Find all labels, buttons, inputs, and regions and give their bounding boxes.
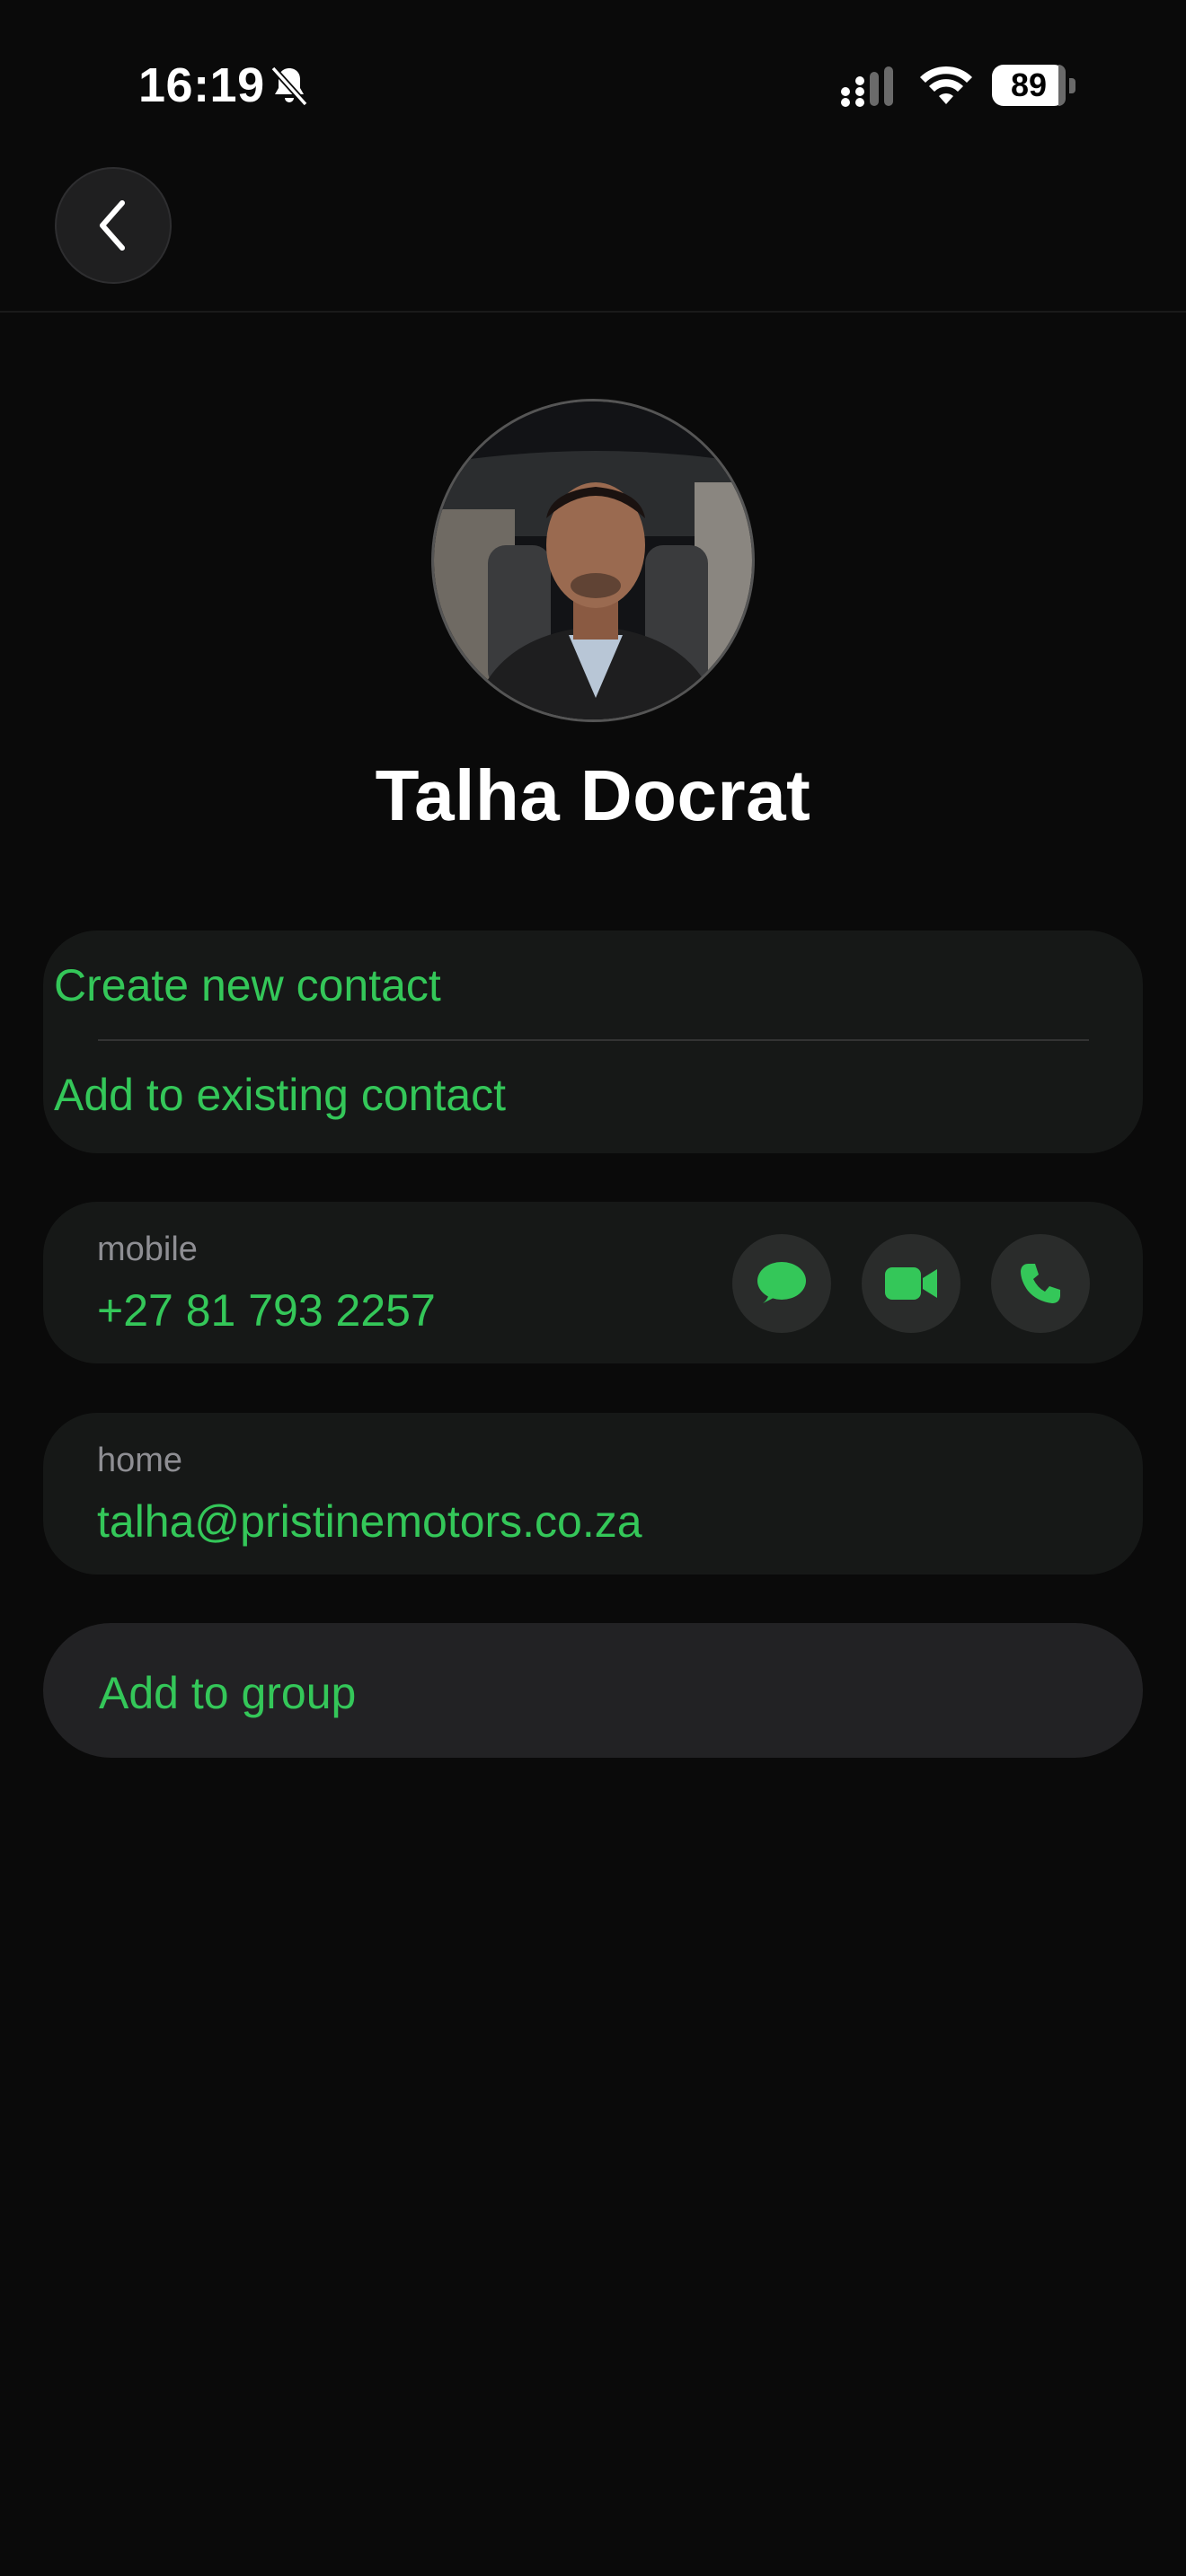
battery-icon: 89 — [992, 65, 1078, 108]
email-card[interactable] — [43, 1413, 1143, 1575]
call-button[interactable] — [991, 1234, 1090, 1333]
status-time: 16:19 — [138, 58, 265, 112]
phone-label: mobile — [97, 1231, 198, 1268]
add-to-existing-contact-button[interactable]: Add to existing contact — [54, 1069, 506, 1121]
add-to-group-label[interactable]: Add to group — [99, 1667, 356, 1719]
message-icon — [757, 1262, 806, 1303]
actions-divider — [98, 1039, 1089, 1041]
video-call-button[interactable] — [862, 1234, 960, 1333]
bell-slash-icon — [270, 66, 308, 107]
video-icon — [885, 1267, 937, 1300]
contact-name: Talha Docrat — [375, 755, 811, 835]
chevron-left-icon — [100, 200, 125, 251]
phone-card[interactable] — [43, 1202, 1143, 1363]
status-bar: 16:19 89 — [0, 0, 1186, 171]
battery-level: 89 — [1010, 66, 1048, 103]
nav-divider — [0, 311, 1186, 313]
wifi-icon — [920, 66, 972, 104]
avatar — [431, 399, 755, 722]
phone-number[interactable]: +27 81 793 2257 — [97, 1284, 436, 1337]
phone-icon — [1021, 1264, 1060, 1303]
create-new-contact-button[interactable]: Create new contact — [54, 959, 441, 1011]
message-button[interactable] — [732, 1234, 831, 1333]
back-button[interactable] — [55, 167, 172, 284]
email-label: home — [97, 1442, 183, 1479]
cellular-signal-icon — [841, 66, 893, 107]
email-address[interactable]: talha@pristinemotors.co.za — [97, 1495, 642, 1548]
